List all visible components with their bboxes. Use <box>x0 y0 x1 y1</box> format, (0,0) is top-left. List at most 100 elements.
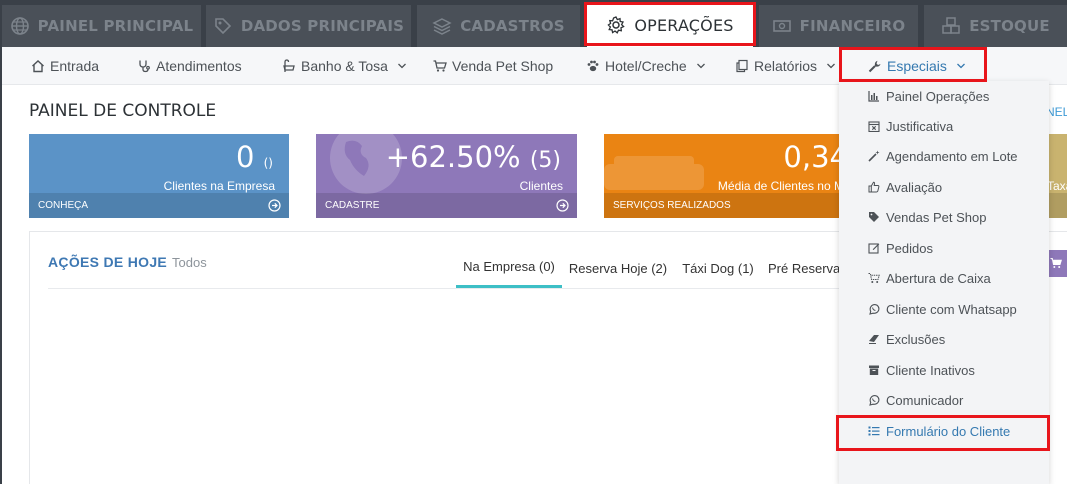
stat-card-clientes: +62.50% (5) Clientes CADASTRE <box>316 134 577 218</box>
paw-icon <box>587 60 599 72</box>
top-tab-label: PAINEL PRINCIPAL <box>37 17 194 35</box>
tab-taxi-dog[interactable]: Táxi Dog (1) <box>680 248 756 288</box>
menu-item-label: Vendas Pet Shop <box>886 209 987 225</box>
menu-item-avaliacao[interactable]: Avaliação <box>839 172 1049 202</box>
stat-value: 0 () <box>235 140 273 174</box>
arrow-circle-right-icon <box>268 199 281 212</box>
subnav-label: Entrada <box>50 58 100 74</box>
menu-item-label: Pedidos <box>886 240 933 256</box>
top-tab-operacoes[interactable]: OPERAÇÕES <box>587 3 753 47</box>
thumbs-up-icon <box>868 181 880 193</box>
subnav-item-atendimentos[interactable]: Atendimentos <box>137 47 242 85</box>
top-tab-label: OPERAÇÕES <box>634 15 734 35</box>
home-icon <box>32 60 44 73</box>
top-tab-label: DADOS PRINCIPAIS <box>240 17 405 35</box>
globe-icon <box>10 17 29 35</box>
menu-item-label: Cliente Inativos <box>886 362 975 378</box>
eraser-icon <box>869 335 879 344</box>
actions-filter[interactable]: Todos <box>172 255 207 270</box>
edit-icon <box>868 243 880 254</box>
whatsapp-icon <box>869 304 880 315</box>
menu-item-label: Justificativa <box>886 118 954 134</box>
panel-link[interactable]: NEL <box>1046 105 1067 119</box>
menu-item-vendas-pet-shop[interactable]: Vendas Pet Shop <box>839 202 1049 232</box>
stat-label: Média de Clientes no M <box>717 179 842 193</box>
subnav-item-especiais[interactable]: Especiais <box>868 47 966 85</box>
page-title: PAINEL DE CONTROLE <box>29 101 217 121</box>
top-tab-painel-principal[interactable]: PAINEL PRINCIPAL <box>2 5 201 47</box>
subnav-item-hotel-creche[interactable]: Hotel/Creche <box>586 47 706 85</box>
menu-item-label: Comunicador <box>886 392 964 408</box>
menu-item-pedidos[interactable]: Pedidos <box>839 233 1049 263</box>
archive-icon <box>869 365 879 375</box>
stat-label: Clientes na Empresa <box>163 179 275 193</box>
top-tab-label: ESTOQUE <box>969 17 1050 35</box>
stat-label: Taxa <box>1047 179 1067 193</box>
top-tab-estoque[interactable]: ESTOQUE <box>924 5 1067 47</box>
stat-label: Clientes <box>519 179 563 193</box>
tag-icon <box>215 18 231 35</box>
top-tab-label: CADASTROS <box>460 17 565 35</box>
magic-wand-icon <box>868 150 880 162</box>
main-nav-bar: PAINEL PRINCIPAL DADOS PRINCIPAIS CADAST… <box>0 0 1067 47</box>
stat-card-media-clientes: 0,34 Média de Clientes no M SERVIÇOS REA… <box>604 134 842 218</box>
layers-icon <box>432 18 452 35</box>
menu-item-justificativa[interactable]: Justificativa <box>839 111 1049 141</box>
menu-item-label: Painel Operações <box>886 88 990 104</box>
money-icon <box>772 20 791 32</box>
cart-icon <box>1050 258 1062 268</box>
tab-na-empresa[interactable]: Na Empresa (0) <box>456 248 562 288</box>
arrow-circle-right-icon <box>556 199 569 212</box>
bar-chart-icon <box>868 91 879 102</box>
chevron-down-icon <box>397 63 406 69</box>
bath-icon <box>283 59 295 72</box>
stethoscope-icon <box>139 60 150 73</box>
menu-item-painel-operacoes[interactable]: Painel Operações <box>839 81 1049 111</box>
card-footer-label: SERVIÇOS REALIZADOS <box>613 200 731 211</box>
subnav-label: Atendimentos <box>156 58 242 74</box>
actions-title: AÇÕES DE HOJE Todos <box>48 254 207 270</box>
menu-item-agendamento-lote[interactable]: Agendamento em Lote <box>839 141 1049 171</box>
menu-item-label: Cliente com Whatsapp <box>886 301 1017 317</box>
top-tab-cadastros[interactable]: CADASTROS <box>417 5 580 47</box>
menu-item-cliente-whatsapp[interactable]: Cliente com Whatsapp <box>839 294 1049 324</box>
card-footer-link[interactable]: CONHEÇA <box>29 193 289 218</box>
menu-item-clientes-inativos[interactable]: Cliente Inativos <box>839 355 1049 385</box>
subnav-label: Banho & Tosa <box>301 58 388 74</box>
subnav-label: Hotel/Creche <box>605 58 687 74</box>
menu-item-formulario-cliente[interactable]: Formulário do Cliente <box>839 416 1049 446</box>
menu-item-label: Abertura de Caixa <box>886 270 991 286</box>
stat-value: 0,34 <box>783 140 842 174</box>
subnav-label: Especiais <box>887 58 947 74</box>
cart-icon <box>868 273 880 283</box>
cubes-icon <box>942 17 960 34</box>
card-footer-label: CONHEÇA <box>38 200 89 211</box>
tab-pre-reserva[interactable]: Pré Reserva <box>768 248 848 288</box>
list-icon <box>868 426 880 436</box>
sub-nav-bar: Entrada Atendimentos Banho & Tosa Venda … <box>2 47 1067 85</box>
chevron-down-icon <box>827 63 835 69</box>
stat-card-clientes-empresa: 0 () Clientes na Empresa CONHEÇA <box>29 134 289 218</box>
menu-item-abertura-caixa[interactable]: Abertura de Caixa <box>839 263 1049 293</box>
top-tab-dados-principais[interactable]: DADOS PRINCIPAIS <box>206 5 411 47</box>
tab-reserva-hoje[interactable]: Reserva Hoje (2) <box>568 248 668 288</box>
menu-item-label: Avaliação <box>886 179 943 195</box>
subnav-item-relatorios[interactable]: Relatórios <box>735 47 836 85</box>
menu-item-exclusoes[interactable]: Exclusões <box>839 324 1049 354</box>
subnav-label: Venda Pet Shop <box>452 58 554 74</box>
calendar-x-icon <box>868 121 880 132</box>
menu-item-label: Agendamento em Lote <box>886 148 1018 164</box>
top-tab-financeiro[interactable]: FINANCEIRO <box>759 5 918 47</box>
subnav-item-entrada[interactable]: Entrada <box>31 47 99 85</box>
subnav-item-banho-tosa[interactable]: Banho & Tosa <box>282 47 407 85</box>
top-tab-label: FINANCEIRO <box>799 17 906 35</box>
card-footer-link[interactable]: CADASTRE <box>316 193 577 218</box>
menu-item-comunicador[interactable]: Comunicador <box>839 385 1049 415</box>
subnav-item-venda-pet-shop[interactable]: Venda Pet Shop <box>433 47 553 85</box>
card-footer-link[interactable]: SERVIÇOS REALIZADOS <box>604 193 842 218</box>
gear-icon <box>607 16 626 34</box>
stat-value: +62.50% (5) <box>385 140 561 174</box>
cart-icon <box>433 60 447 72</box>
copy-icon <box>736 59 748 73</box>
tags-icon <box>869 212 879 222</box>
